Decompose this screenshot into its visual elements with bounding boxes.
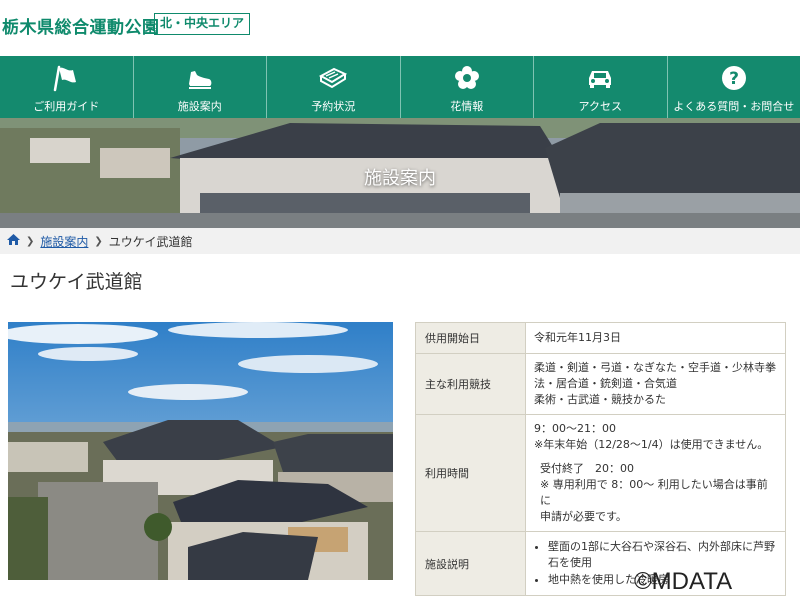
nav-item-facilities[interactable]: 施設案内 — [132, 56, 267, 118]
value-line: 法・居合道・銃剣道・合気道 — [534, 377, 677, 390]
svg-text:?: ? — [729, 69, 739, 89]
row-label: 主な利用競技 — [415, 353, 526, 415]
page-title: ユウケイ武道館 — [10, 271, 143, 293]
list-item: 壁面の1部に大谷石や深谷石、内外部床に芦野石を使用 — [548, 539, 777, 571]
nav-label: 施設案内 — [177, 100, 222, 113]
nav-item-guide[interactable]: ご利用ガイド — [0, 56, 133, 118]
nav-label: 予約状況 — [311, 100, 356, 113]
nav-label: アクセス — [578, 100, 622, 113]
hero-title: 施設案内 — [364, 168, 436, 189]
car-icon — [585, 64, 615, 92]
flower-icon — [452, 64, 482, 92]
shoe-icon — [185, 64, 215, 92]
value-line: 受付終了 20：00 — [540, 462, 634, 475]
question-icon: ? — [719, 64, 749, 92]
facility-photo — [8, 322, 393, 580]
breadcrumb-current: ユウケイ武道館 — [108, 234, 193, 249]
row-value: 9：00～21：00 ※年末年始（12/28～1/4）は使用できません。 受付終… — [525, 414, 786, 532]
value-line: ※ 専用利用で 8：00～ 利用したい場合は事前に — [540, 478, 768, 507]
table-row: 利用時間 9：00～21：00 ※年末年始（12/28～1/4）は使用できません… — [415, 414, 786, 532]
main-nav: ご利用ガイド 施設案内 予約状況 花情報 アクセス ? よくある質問・お問合せ — [0, 56, 800, 118]
value-line: 9：00～21：00 — [534, 422, 616, 435]
table-row: 供用開始日 令和元年11月3日 — [415, 322, 786, 354]
area-badge[interactable]: 北・中央エリア — [154, 13, 251, 35]
value-line: 柔道・剣道・弓道・なぎなた・空手道・少林寺拳 — [534, 361, 776, 374]
value-line: 柔術・古武道・競技かるた — [534, 393, 666, 406]
nav-label: 花情報 — [450, 100, 484, 113]
hero-banner: 施設案内 — [0, 118, 800, 228]
nav-item-flowers[interactable]: 花情報 — [399, 56, 534, 118]
breadcrumb: ❯ 施設案内 ❯ ユウケイ武道館 — [0, 228, 800, 254]
chevron-right-icon: ❯ — [94, 235, 103, 247]
row-label: 利用時間 — [415, 414, 526, 532]
table-row: 主な利用競技 柔道・剣道・弓道・なぎなた・空手道・少林寺拳 法・居合道・銃剣道・… — [415, 353, 786, 415]
book-icon — [318, 64, 348, 92]
row-label: 供用開始日 — [415, 322, 526, 354]
flag-icon — [51, 64, 81, 92]
home-icon[interactable] — [7, 234, 20, 248]
site-title[interactable]: 栃木県総合運動公園 — [2, 13, 160, 38]
nav-label: ご利用ガイド — [33, 100, 100, 113]
nav-item-faq[interactable]: ? よくある質問・お問合せ — [666, 56, 800, 118]
breadcrumb-link-facilities[interactable]: 施設案内 — [40, 233, 88, 250]
site-header: 栃木県総合運動公園 北・中央エリア — [0, 0, 800, 52]
row-label: 施設説明 — [415, 531, 526, 596]
value-line: ※年末年始（12/28～1/4）は使用できません。 — [534, 438, 769, 451]
row-value: 令和元年11月3日 — [525, 322, 786, 354]
facility-info-table: 供用開始日 令和元年11月3日 主な利用競技 柔道・剣道・弓道・なぎなた・空手道… — [415, 322, 786, 596]
nav-item-access[interactable]: アクセス — [533, 56, 667, 118]
chevron-right-icon: ❯ — [26, 235, 35, 247]
nav-item-reservation[interactable]: 予約状況 — [266, 56, 400, 118]
value-line: 申請が必要です。 — [540, 510, 627, 523]
nav-label: よくある質問・お問合せ — [673, 100, 795, 113]
watermark: ©MDATA — [634, 568, 733, 595]
row-value: 柔道・剣道・弓道・なぎなた・空手道・少林寺拳 法・居合道・銃剣道・合気道 柔術・… — [525, 353, 786, 415]
